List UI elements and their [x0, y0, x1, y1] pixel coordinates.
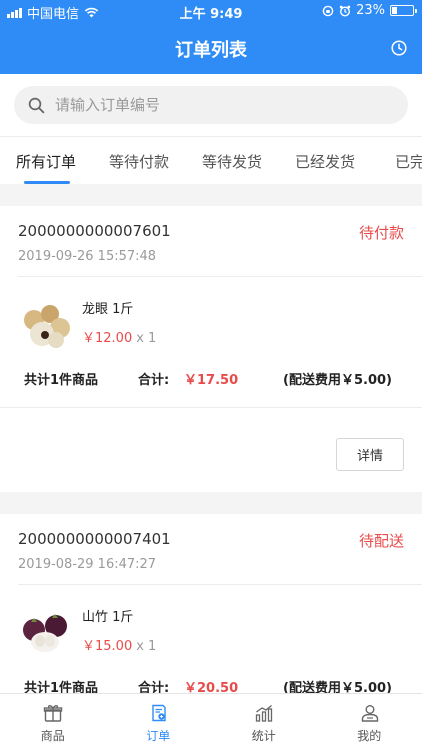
- order-status: 待配送: [358, 532, 404, 550]
- item-quantity: x 1: [136, 331, 157, 346]
- chart-icon: [255, 704, 273, 722]
- bottom-tab-profile[interactable]: 我的: [317, 694, 422, 750]
- search-icon: [28, 97, 45, 113]
- bottom-tab-label: 商品: [40, 729, 65, 743]
- order-card[interactable]: 2000000000007401 待配送 2019-08-29 16:47:27…: [0, 514, 422, 696]
- divider: [0, 407, 422, 408]
- clock-icon[interactable]: [390, 39, 408, 57]
- tab-pending-shipment[interactable]: 等待发货: [202, 151, 262, 172]
- item-price: ￥15.00: [82, 639, 133, 654]
- search-section: [0, 74, 422, 136]
- order-number: 2000000000007601: [18, 222, 171, 240]
- divider: [18, 276, 422, 277]
- active-tab-indicator: [24, 181, 70, 184]
- item-name: 龙眼 1斤: [82, 302, 134, 317]
- order-time: 2019-08-29 16:47:27: [18, 557, 157, 572]
- item-price-row: ￥12.00 x 1: [82, 327, 156, 346]
- total-label: 合计:: [138, 373, 170, 388]
- alarm-icon: [339, 5, 351, 17]
- order-status: 待付款: [358, 224, 404, 242]
- item-quantity: x 1: [136, 639, 157, 654]
- item-price-row: ￥15.00 x 1: [82, 635, 156, 654]
- search-input[interactable]: [55, 96, 375, 114]
- bottom-tab-label: 统计: [251, 729, 276, 743]
- tab-all-orders[interactable]: 所有订单: [16, 151, 76, 172]
- bottom-tab-orders[interactable]: 订单: [106, 694, 212, 750]
- battery-percent: 23%: [356, 3, 385, 18]
- battery-icon: [390, 5, 417, 16]
- rotation-lock-icon: [322, 5, 334, 16]
- tab-completed[interactable]: 已完: [395, 151, 422, 172]
- order-tabs: 所有订单 等待付款 等待发货 已经发货 已完: [0, 136, 422, 184]
- item-count: 共计1件商品: [24, 373, 99, 388]
- user-icon: [361, 705, 378, 722]
- order-time: 2019-09-26 15:57:48: [18, 249, 157, 264]
- shipping-fee: (配送费用￥5.00): [283, 373, 392, 388]
- page-title: 订单列表: [175, 40, 247, 61]
- bottom-tab-products[interactable]: 商品: [0, 694, 106, 750]
- mangosteen-image[interactable]: [20, 608, 72, 658]
- status-right: 23%: [322, 3, 417, 18]
- longan-image[interactable]: [20, 300, 72, 350]
- tab-pending-payment[interactable]: 等待付款: [109, 151, 169, 172]
- bottom-tab-statistics[interactable]: 统计: [211, 694, 317, 750]
- search-box[interactable]: [14, 86, 408, 124]
- total-amount: ￥17.50: [184, 373, 239, 388]
- status-bar: 中国电信 上午 9:49 23%: [0, 0, 422, 22]
- divider: [18, 584, 422, 585]
- order-number: 2000000000007401: [18, 530, 171, 548]
- item-price: ￥12.00: [82, 331, 133, 346]
- gift-icon: [43, 705, 63, 722]
- item-name: 山竹 1斤: [82, 610, 134, 625]
- order-card[interactable]: 2000000000007601 待付款 2019-09-26 15:57:48…: [0, 206, 422, 492]
- bottom-tab-label: 订单: [146, 729, 171, 743]
- bottom-tab-label: 我的: [357, 729, 382, 743]
- detail-button[interactable]: 详情: [336, 438, 404, 471]
- nav-bar: 订单列表: [0, 22, 422, 74]
- bottom-tab-bar: 商品 订单 统计 我的: [0, 693, 422, 750]
- tab-shipped[interactable]: 已经发货: [295, 151, 355, 172]
- order-icon: [151, 704, 166, 722]
